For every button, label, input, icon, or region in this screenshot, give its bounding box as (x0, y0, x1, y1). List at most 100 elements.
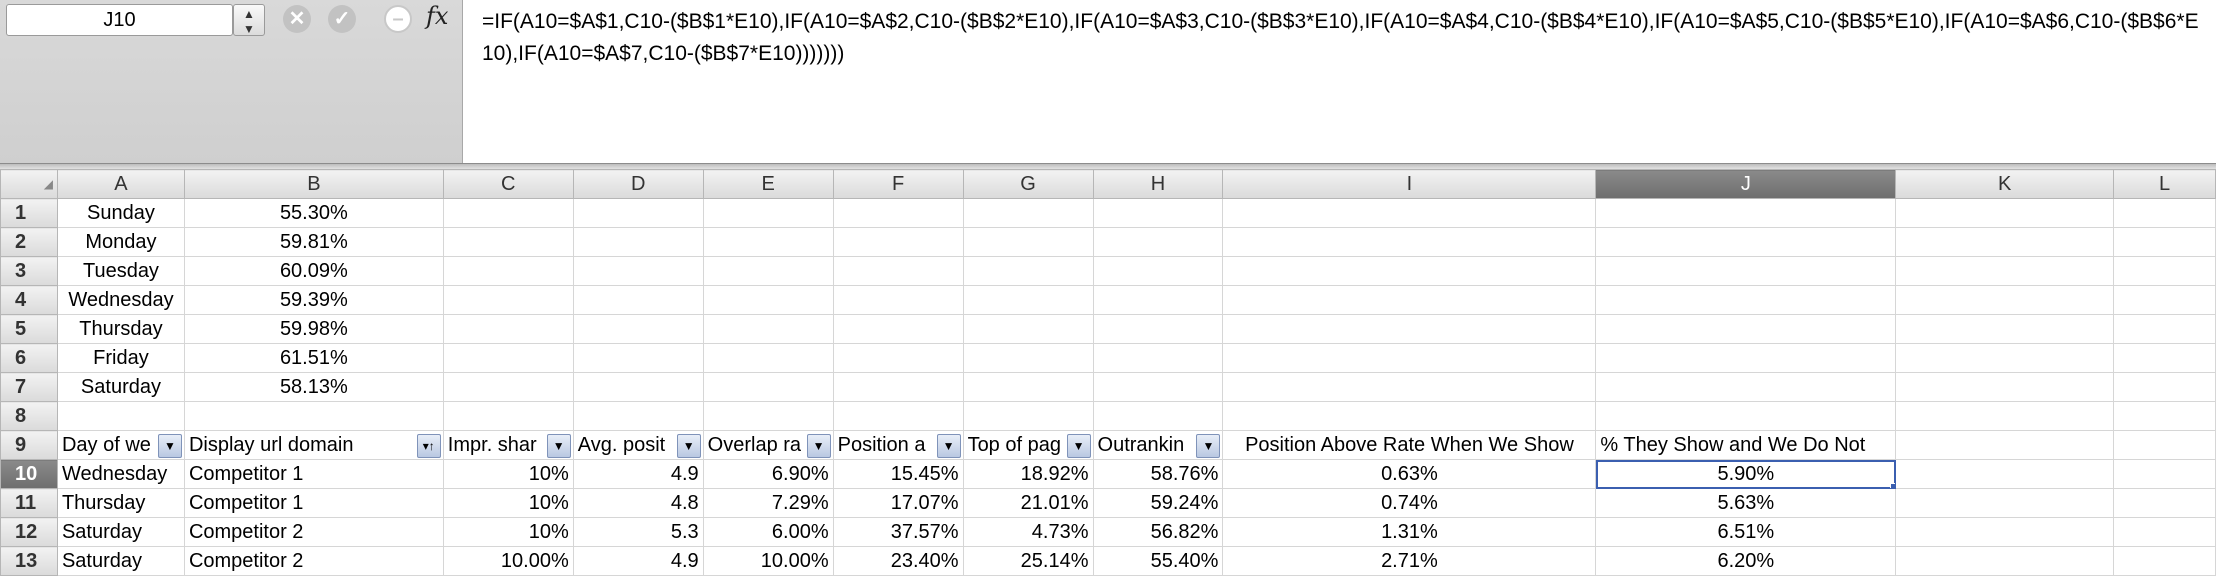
row-header-12[interactable]: 12 (0, 517, 58, 547)
cell-c12[interactable]: 10% (442, 517, 574, 547)
cell-l13[interactable] (2113, 546, 2216, 576)
column-header-c[interactable]: C (442, 169, 574, 199)
cell-d10[interactable]: 4.9 (572, 459, 704, 489)
cell-g5[interactable] (962, 314, 1094, 344)
cell-l6[interactable] (2113, 343, 2216, 373)
cell-f13[interactable]: 23.40% (832, 546, 964, 576)
cell-d3[interactable] (572, 256, 704, 286)
row-header-6[interactable]: 6 (0, 343, 58, 373)
cell-a2[interactable]: Monday (56, 227, 185, 257)
cell-c13[interactable]: 10.00% (442, 546, 574, 576)
cell-c8[interactable] (442, 401, 574, 431)
row-header-3[interactable]: 3 (0, 256, 58, 286)
cell-k11[interactable] (1895, 488, 2115, 518)
filter-dropdown-icon[interactable]: ▼ (546, 434, 571, 458)
cell-a5[interactable]: Thursday (56, 314, 185, 344)
filter-dropdown-icon[interactable]: ▼ (806, 434, 831, 458)
cell-d11[interactable]: 4.8 (572, 488, 704, 518)
cell-h11[interactable]: 59.24% (1092, 488, 1224, 518)
cell-i3[interactable] (1222, 256, 1597, 286)
cell-i13[interactable]: 2.71% (1222, 546, 1597, 576)
cell-b6[interactable]: 61.51% (183, 343, 444, 373)
insert-function-icon[interactable]: – (384, 5, 412, 33)
cell-g2[interactable] (962, 227, 1094, 257)
cell-a12[interactable]: Saturday (56, 517, 185, 547)
row-header-5[interactable]: 5 (0, 314, 58, 344)
cell-l11[interactable] (2113, 488, 2216, 518)
cell-c7[interactable] (442, 372, 574, 402)
cell-i8[interactable] (1222, 401, 1597, 431)
cell-g3[interactable] (962, 256, 1094, 286)
filter-dropdown-icon[interactable]: ▼ (157, 434, 182, 458)
cell-f10[interactable]: 15.45% (832, 459, 964, 489)
cell-a13[interactable]: Saturday (56, 546, 185, 576)
cell-g1[interactable] (962, 198, 1094, 228)
cell-g11[interactable]: 21.01% (962, 488, 1094, 518)
cell-h9[interactable]: Outrankin ▼ (1092, 430, 1224, 460)
cell-c4[interactable] (442, 285, 574, 315)
cell-j11[interactable]: 5.63% (1595, 488, 1897, 518)
cell-l5[interactable] (2113, 314, 2216, 344)
cell-e9[interactable]: Overlap ra ▼ (702, 430, 834, 460)
cell-i1[interactable] (1222, 198, 1597, 228)
cell-i10[interactable]: 0.63% (1222, 459, 1597, 489)
row-header-8[interactable]: 8 (0, 401, 58, 431)
cell-c11[interactable]: 10% (442, 488, 574, 518)
column-header-h[interactable]: H (1092, 169, 1224, 199)
column-header-d[interactable]: D (572, 169, 704, 199)
cell-b9[interactable]: Display url domain ▾↑ (183, 430, 444, 460)
cell-f2[interactable] (832, 227, 964, 257)
cell-k3[interactable] (1895, 256, 2115, 286)
column-header-e[interactable]: E (702, 169, 834, 199)
column-header-k[interactable]: K (1895, 169, 2115, 199)
cell-a1[interactable]: Sunday (56, 198, 185, 228)
cell-k1[interactable] (1895, 198, 2115, 228)
row-header-11[interactable]: 11 (0, 488, 58, 518)
cell-d8[interactable] (572, 401, 704, 431)
cell-a6[interactable]: Friday (56, 343, 185, 373)
cell-d1[interactable] (572, 198, 704, 228)
cell-f1[interactable] (832, 198, 964, 228)
cell-k6[interactable] (1895, 343, 2115, 373)
cell-j7[interactable] (1595, 372, 1897, 402)
cell-e1[interactable] (702, 198, 834, 228)
cell-b11[interactable]: Competitor 1 (183, 488, 444, 518)
cell-f9[interactable]: Position a ▼ (832, 430, 964, 460)
cell-h2[interactable] (1092, 227, 1224, 257)
cell-e10[interactable]: 6.90% (702, 459, 834, 489)
cell-h4[interactable] (1092, 285, 1224, 315)
cell-k8[interactable] (1895, 401, 2115, 431)
cell-j2[interactable] (1595, 227, 1897, 257)
cell-b1[interactable]: 55.30% (183, 198, 444, 228)
cell-h13[interactable]: 55.40% (1092, 546, 1224, 576)
cell-h6[interactable] (1092, 343, 1224, 373)
cell-g4[interactable] (962, 285, 1094, 315)
enter-check-icon[interactable]: ✓ (328, 5, 356, 33)
cell-e6[interactable] (702, 343, 834, 373)
cell-l4[interactable] (2113, 285, 2216, 315)
cell-a3[interactable]: Tuesday (56, 256, 185, 286)
cell-c1[interactable] (442, 198, 574, 228)
cell-j8[interactable] (1595, 401, 1897, 431)
fx-icon[interactable]: fx (426, 2, 448, 30)
cell-i7[interactable] (1222, 372, 1597, 402)
cell-i12[interactable]: 1.31% (1222, 517, 1597, 547)
cell-j1[interactable] (1595, 198, 1897, 228)
cell-l2[interactable] (2113, 227, 2216, 257)
cell-f3[interactable] (832, 256, 964, 286)
column-header-g[interactable]: G (962, 169, 1094, 199)
row-header-1[interactable]: 1 (0, 198, 58, 228)
cell-e3[interactable] (702, 256, 834, 286)
column-header-j[interactable]: J (1595, 169, 1897, 199)
cell-b12[interactable]: Competitor 2 (183, 517, 444, 547)
column-header-l[interactable]: L (2113, 169, 2216, 199)
row-header-4[interactable]: 4 (0, 285, 58, 315)
cell-b7[interactable]: 58.13% (183, 372, 444, 402)
cell-j13[interactable]: 6.20% (1595, 546, 1897, 576)
cell-a9[interactable]: Day of we ▼ (56, 430, 185, 460)
cell-f5[interactable] (832, 314, 964, 344)
cell-l8[interactable] (2113, 401, 2216, 431)
formula-input[interactable]: =IF(A10=$A$1,C10-($B$1*E10),IF(A10=$A$2,… (482, 6, 2202, 70)
cell-a8[interactable] (56, 401, 185, 431)
select-all-corner[interactable]: ◢ (0, 169, 58, 199)
